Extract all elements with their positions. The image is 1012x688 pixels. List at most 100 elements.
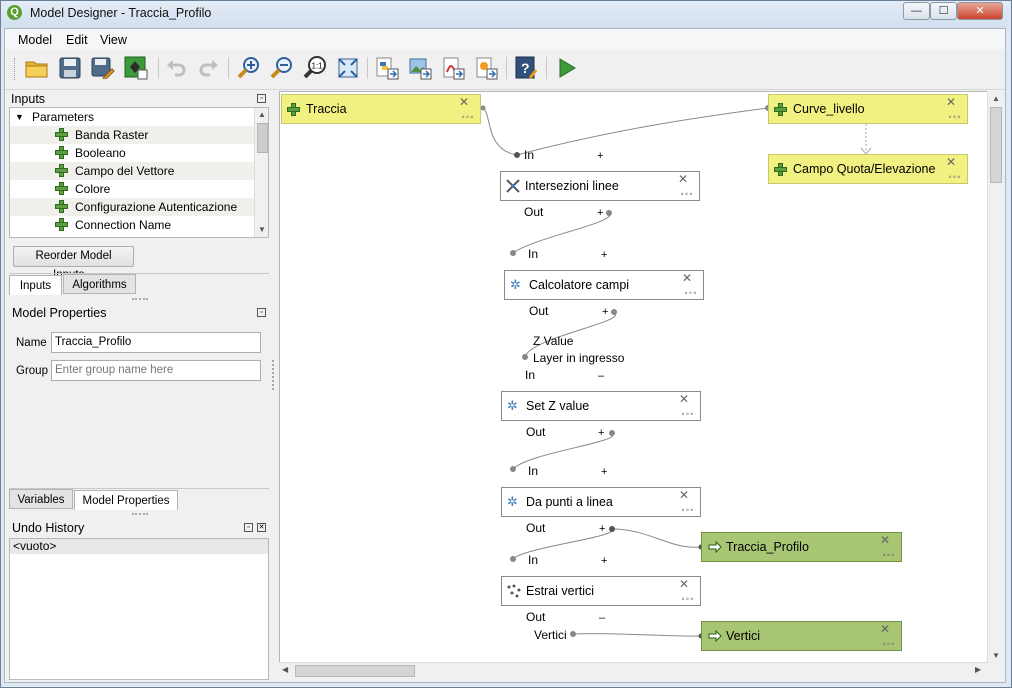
delete-node-icon[interactable]: ✕ xyxy=(679,578,689,590)
edit-node-icon[interactable]: ∘∘∘ xyxy=(948,174,961,181)
model-canvas[interactable]: Traccia ✕ ∘∘∘ Curve_livello ✕ ∘∘∘ Campo … xyxy=(279,91,988,663)
expand-outputs-toggle[interactable]: + xyxy=(599,523,605,535)
save-to-processing-button[interactable] xyxy=(123,55,149,81)
algorithm-node-estrai-vertici[interactable]: Estrai vertici ✕ ∘∘∘ xyxy=(501,576,701,606)
model-name-field[interactable]: Traccia_Profilo xyxy=(51,332,261,353)
zoom-in-button[interactable] xyxy=(236,55,262,81)
input-port[interactable] xyxy=(510,556,516,562)
tree-item[interactable]: Booleano xyxy=(10,144,254,162)
export-svg-button[interactable] xyxy=(473,55,499,81)
expand-inputs-toggle[interactable]: + xyxy=(601,466,607,478)
tree-item[interactable]: Connection Name xyxy=(10,216,254,234)
export-image-button[interactable] xyxy=(407,55,433,81)
input-port[interactable] xyxy=(510,466,516,472)
output-port[interactable] xyxy=(609,526,615,532)
minimize-button[interactable]: — xyxy=(903,2,930,20)
scroll-down-icon[interactable]: ▼ xyxy=(988,651,1004,660)
inputs-tree-scrollbar[interactable]: ▲ ▼ xyxy=(254,108,268,237)
canvas-vertical-scrollbar[interactable]: ▲ ▼ xyxy=(987,91,1004,663)
model-group-field[interactable]: Enter group name here xyxy=(51,360,261,381)
delete-node-icon[interactable]: ✕ xyxy=(679,489,689,501)
delete-node-icon[interactable]: ✕ xyxy=(678,173,688,185)
close-panel-icon[interactable]: ✕ xyxy=(257,523,266,532)
algorithm-node-calcolatore-campi[interactable]: ✲ Calcolatore campi ✕ ∘∘∘ xyxy=(504,270,704,300)
expand-inputs-toggle[interactable]: + xyxy=(601,555,607,567)
input-port[interactable] xyxy=(510,250,516,256)
maximize-button[interactable]: ☐ xyxy=(930,2,957,20)
export-python-button[interactable] xyxy=(374,55,400,81)
open-model-button[interactable] xyxy=(24,55,50,81)
tree-item[interactable]: Campo del Vettore xyxy=(10,162,254,180)
toolbar-grip[interactable] xyxy=(14,58,18,80)
expand-outputs-toggle[interactable]: + xyxy=(598,427,604,439)
output-node-vertici[interactable]: Vertici ✕ ∘∘∘ xyxy=(701,621,902,651)
tab-model-properties[interactable]: Model Properties xyxy=(74,490,178,510)
input-port[interactable] xyxy=(522,354,528,360)
redo-button[interactable] xyxy=(196,55,222,81)
input-port[interactable] xyxy=(514,152,520,158)
algorithm-node-set-z-value[interactable]: ✲ Set Z value ✕ ∘∘∘ xyxy=(501,391,701,421)
edit-node-icon[interactable]: ∘∘∘ xyxy=(680,191,693,198)
scroll-thumb[interactable] xyxy=(295,665,415,677)
tree-item[interactable]: Configurazione Autenticazione xyxy=(10,198,254,216)
zoom-out-button[interactable] xyxy=(269,55,295,81)
tab-inputs[interactable]: Inputs xyxy=(9,275,62,295)
delete-node-icon[interactable]: ✕ xyxy=(880,534,890,546)
delete-node-icon[interactable]: ✕ xyxy=(946,96,956,108)
delete-node-icon[interactable]: ✕ xyxy=(459,96,469,108)
edit-node-icon[interactable]: ∘∘∘ xyxy=(882,552,895,559)
collapse-arrow-icon[interactable]: ▼ xyxy=(15,108,24,126)
delete-node-icon[interactable]: ✕ xyxy=(880,623,890,635)
float-panel-icon[interactable]: ▫ xyxy=(257,308,266,317)
edit-node-icon[interactable]: ∘∘∘ xyxy=(681,411,694,418)
close-button[interactable]: ✕ xyxy=(957,2,1003,20)
scroll-down-icon[interactable]: ▼ xyxy=(255,225,268,234)
reorder-inputs-button[interactable]: Reorder Model Inputs... xyxy=(13,246,134,281)
output-port[interactable] xyxy=(480,105,486,111)
splitter-handle[interactable] xyxy=(272,360,276,390)
scroll-right-icon[interactable]: ▶ xyxy=(975,665,981,674)
edit-node-icon[interactable]: ∘∘∘ xyxy=(461,114,474,121)
export-pdf-button[interactable] xyxy=(440,55,466,81)
tree-group-parameters[interactable]: ▼ Parameters xyxy=(10,108,254,126)
delete-node-icon[interactable]: ✕ xyxy=(679,393,689,405)
tree-item[interactable]: Colore xyxy=(10,180,254,198)
menu-edit[interactable]: Edit xyxy=(66,33,88,47)
splitter-handle[interactable] xyxy=(132,513,148,517)
save-model-button[interactable] xyxy=(57,55,83,81)
expand-inputs-toggle[interactable]: + xyxy=(601,249,607,261)
edit-node-icon[interactable]: ∘∘∘ xyxy=(684,290,697,297)
menu-model[interactable]: Model xyxy=(18,33,52,47)
edit-node-icon[interactable]: ∘∘∘ xyxy=(681,596,694,603)
splitter-handle[interactable] xyxy=(132,298,148,302)
algorithm-node-da-punti-a-linea[interactable]: ✲ Da punti a linea ✕ ∘∘∘ xyxy=(501,487,701,517)
menu-view[interactable]: View xyxy=(100,33,127,47)
collapse-inputs-toggle[interactable]: – xyxy=(598,370,604,382)
zoom-full-button[interactable] xyxy=(335,55,361,81)
undo-history-item[interactable]: <vuoto> xyxy=(10,539,268,554)
scroll-thumb[interactable] xyxy=(990,107,1002,183)
delete-node-icon[interactable]: ✕ xyxy=(946,156,956,168)
expand-outputs-toggle[interactable]: + xyxy=(602,306,608,318)
undo-button[interactable] xyxy=(163,55,189,81)
float-panel-icon[interactable]: ▫ xyxy=(244,523,253,532)
edit-node-icon[interactable]: ∘∘∘ xyxy=(882,641,895,648)
expand-inputs-toggle[interactable]: + xyxy=(597,150,603,162)
collapse-outputs-toggle[interactable]: – xyxy=(599,612,605,624)
scroll-up-icon[interactable]: ▲ xyxy=(255,110,268,119)
tab-variables[interactable]: Variables xyxy=(9,489,73,509)
edit-node-icon[interactable]: ∘∘∘ xyxy=(948,114,961,121)
input-node-campo-quota[interactable]: Campo Quota/Elevazione ✕ ∘∘∘ xyxy=(768,154,968,184)
algorithm-node-intersezioni-linee[interactable]: Intersezioni linee ✕ ∘∘∘ xyxy=(500,171,700,201)
tab-algorithms[interactable]: Algorithms xyxy=(63,274,136,294)
float-panel-icon[interactable]: ▫ xyxy=(257,94,266,103)
output-port[interactable] xyxy=(611,309,617,315)
edit-help-button[interactable]: ? xyxy=(513,55,539,81)
zoom-actual-button[interactable]: 1:1 xyxy=(302,55,328,81)
input-node-curve-livello[interactable]: Curve_livello ✕ ∘∘∘ xyxy=(768,94,968,124)
output-node-traccia-profilo[interactable]: Traccia_Profilo ✕ ∘∘∘ xyxy=(701,532,902,562)
run-model-button[interactable] xyxy=(553,55,579,81)
delete-node-icon[interactable]: ✕ xyxy=(682,272,692,284)
output-port[interactable] xyxy=(570,631,576,637)
output-port[interactable] xyxy=(606,210,612,216)
